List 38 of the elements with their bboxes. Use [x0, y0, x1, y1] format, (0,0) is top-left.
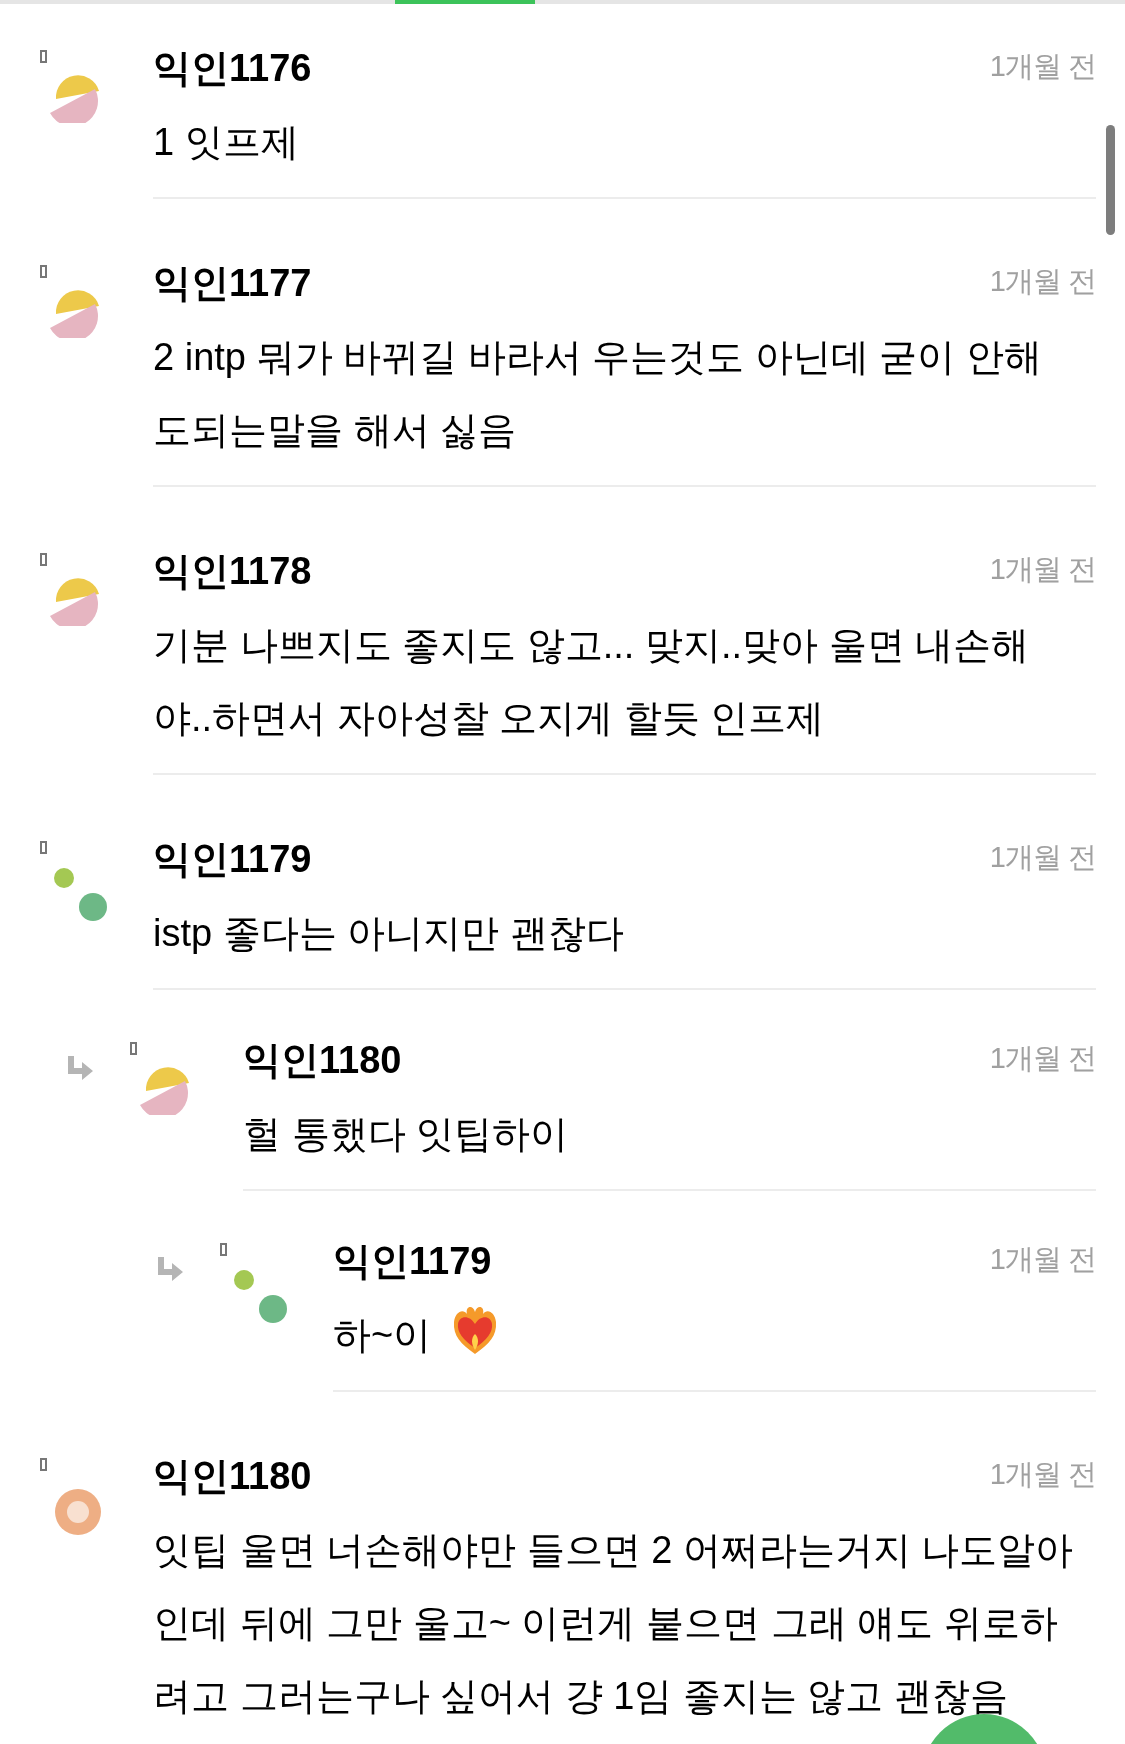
comment-text: 야..하면서 자아성찰 오지게 할듯 인프제 [153, 697, 825, 739]
flag-icon[interactable] [40, 841, 47, 854]
comment-text: 기분 나쁘지도 좋지도 않고... 맞지..맞아 울면 내손해 [153, 624, 1030, 666]
flag-icon[interactable] [130, 1042, 137, 1055]
comment-text: 잇팁 울면 너손해야만 들으면 2 어쩌라는거지 나도알아 [153, 1529, 1074, 1571]
comment-text: istp 좋다는 아니지만 괜찮다 [153, 912, 624, 954]
timestamp: 1개월 전 [989, 49, 1096, 84]
timestamp: 1개월 전 [989, 264, 1096, 299]
flag-icon[interactable] [40, 50, 47, 63]
author-name: 익인1178 [153, 549, 312, 593]
author-name: 익인1179 [333, 1239, 492, 1283]
avatar-icon [234, 1270, 288, 1324]
flag-icon[interactable] [40, 553, 47, 566]
flag-icon[interactable] [40, 265, 47, 278]
timestamp: 1개월 전 [989, 552, 1096, 587]
timestamp: 1개월 전 [989, 1457, 1096, 1492]
author-name: 익인1180 [153, 1454, 312, 1498]
flag-icon[interactable] [220, 1243, 227, 1256]
comment-text: 려고 그러는구나 싶어서 걍 1임 좋지는 않고 괜찮음 [153, 1675, 1009, 1717]
author-name: 익인1177 [153, 261, 312, 305]
timestamp: 1개월 전 [989, 1242, 1096, 1277]
comment-text: 1 잇프제 [153, 121, 299, 163]
avatar-icon [55, 1489, 101, 1535]
comment-text: 인데 뒤에 그만 울고~ 이런게 붙으면 그래 얘도 위로하 [153, 1602, 1058, 1644]
avatar-icon [54, 868, 108, 922]
scroll-bar[interactable] [1106, 125, 1115, 235]
flag-icon[interactable] [40, 1458, 47, 1471]
timestamp: 1개월 전 [989, 1041, 1096, 1076]
author-name: 익인1179 [153, 837, 312, 881]
timestamp: 1개월 전 [989, 840, 1096, 875]
reply-arrow-icon [66, 1054, 94, 1080]
comment-text: 하~이 [333, 1314, 432, 1356]
comment-text: 도되는말을 해서 싫음 [153, 409, 517, 451]
comment-text: 헐 통했다 잇팁하이 [243, 1113, 569, 1155]
author-name: 익인1176 [153, 46, 312, 90]
author-name: 익인1180 [243, 1038, 402, 1082]
reply-arrow-icon [156, 1255, 184, 1281]
comment-text: 2 intp 뭐가 바뀌길 바라서 우는것도 아닌데 굳이 안해 [153, 336, 1042, 378]
